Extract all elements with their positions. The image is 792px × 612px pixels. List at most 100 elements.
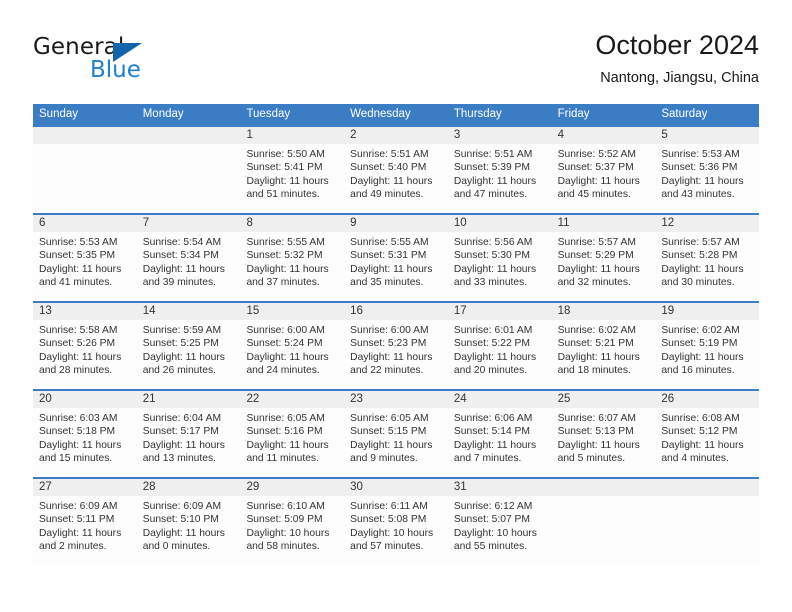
sunrise-text: Sunrise: 6:05 AM — [350, 413, 429, 424]
day-cell[interactable]: Sunrise: 5:57 AM Sunset: 5:28 PM Dayligh… — [655, 232, 759, 301]
sunset-text: Sunset: 5:10 PM — [142, 514, 219, 526]
day-cell[interactable]: Sunrise: 6:00 AM Sunset: 5:23 PM Dayligh… — [344, 320, 448, 389]
sunrise-text: Sunrise: 6:09 AM — [39, 501, 118, 512]
weekday-header-sunday: Sunday — [39, 108, 79, 120]
sunset-text: Sunset: 5:21 PM — [557, 338, 634, 350]
day-cell[interactable]: Sunrise: 5:57 AM Sunset: 5:29 PM Dayligh… — [552, 232, 656, 301]
sunrise-text: Sunrise: 5:53 AM — [661, 149, 740, 160]
daylight-text-line1: Daylight: 11 hours — [453, 175, 537, 187]
week-row: 1 2 3 4 5 Sunrise: 5:50 AM Sunset: 5:41 … — [33, 125, 759, 213]
daylight-text-line2: and 2 minutes. — [39, 541, 107, 553]
day-cell[interactable]: Sunrise: 6:01 AM Sunset: 5:22 PM Dayligh… — [448, 320, 552, 389]
day-cell[interactable]: Sunrise: 6:09 AM Sunset: 5:11 PM Dayligh… — [33, 496, 137, 565]
day-number: 22 — [246, 393, 260, 405]
daylight-text-line2: and 20 minutes. — [453, 365, 528, 377]
day-cell[interactable]: Sunrise: 6:02 AM Sunset: 5:19 PM Dayligh… — [655, 320, 759, 389]
daylight-text-line1: Daylight: 11 hours — [661, 175, 744, 187]
sunrise-text: Sunrise: 6:01 AM — [453, 325, 533, 336]
day-cell[interactable]: Sunrise: 6:11 AM Sunset: 5:08 PM Dayligh… — [344, 496, 448, 565]
daylight-text-line2: and 13 minutes. — [142, 453, 216, 465]
day-number: 14 — [142, 305, 156, 317]
daylight-text-line1: Daylight: 11 hours — [453, 263, 537, 275]
day-cell[interactable]: Sunrise: 5:53 AM Sunset: 5:35 PM Dayligh… — [33, 232, 137, 301]
day-cell[interactable]: Sunrise: 6:07 AM Sunset: 5:13 PM Dayligh… — [552, 408, 656, 477]
day-number: 16 — [350, 305, 363, 317]
day-cell[interactable]: Sunrise: 6:06 AM Sunset: 5:14 PM Dayligh… — [448, 408, 552, 477]
day-cell[interactable]: Sunrise: 5:59 AM Sunset: 5:25 PM Dayligh… — [137, 320, 241, 389]
day-cell[interactable] — [655, 496, 759, 565]
daylight-text-line2: and 39 minutes. — [142, 277, 216, 289]
sunset-text: Sunset: 5:30 PM — [453, 250, 531, 262]
daylight-text-line2: and 0 minutes. — [142, 541, 211, 553]
daylight-text-line1: Daylight: 11 hours — [350, 439, 433, 451]
sunset-text: Sunset: 5:24 PM — [246, 338, 323, 350]
week-row: 13 14 15 16 17 18 19 Sunrise: 5:58 AM Su… — [33, 301, 759, 389]
day-cell[interactable]: Sunrise: 6:04 AM Sunset: 5:17 PM Dayligh… — [137, 408, 241, 477]
page-subtitle: Nantong, Jiangsu, China — [600, 70, 759, 86]
sunrise-text: Sunrise: 6:08 AM — [661, 413, 740, 424]
day-cell[interactable]: Sunrise: 6:10 AM Sunset: 5:09 PM Dayligh… — [240, 496, 344, 565]
day-cell[interactable] — [552, 496, 656, 565]
day-number — [33, 127, 137, 144]
calendar-page: General Blue October 2024 Nantong, Jiang… — [0, 0, 792, 612]
weekday-header-thursday: Thursday — [453, 108, 502, 120]
sunrise-text: Sunrise: 5:55 AM — [246, 237, 325, 248]
daylight-text-line1: Daylight: 11 hours — [557, 439, 640, 451]
detail-band: Sunrise: 6:09 AM Sunset: 5:11 PM Dayligh… — [33, 496, 759, 565]
daylight-text-line2: and 9 minutes. — [350, 453, 418, 465]
daylight-text-line1: Daylight: 11 hours — [39, 439, 122, 451]
sunrise-text: Sunrise: 6:02 AM — [661, 325, 740, 336]
sunrise-text: Sunrise: 6:02 AM — [557, 325, 637, 336]
day-cell[interactable]: Sunrise: 6:02 AM Sunset: 5:21 PM Dayligh… — [552, 320, 656, 389]
day-cell[interactable]: Sunrise: 6:03 AM Sunset: 5:18 PM Dayligh… — [33, 408, 137, 477]
day-number: 10 — [453, 217, 467, 229]
daylight-text-line1: Daylight: 11 hours — [39, 263, 122, 275]
day-cell[interactable]: Sunrise: 6:09 AM Sunset: 5:10 PM Dayligh… — [137, 496, 241, 565]
daylight-text-line1: Daylight: 11 hours — [39, 351, 122, 363]
daynum-band: 6 7 8 9 10 11 12 — [33, 215, 759, 232]
day-cell[interactable]: Sunrise: 6:12 AM Sunset: 5:07 PM Dayligh… — [448, 496, 552, 565]
sunrise-text: Sunrise: 5:55 AM — [350, 237, 429, 248]
sunrise-text: Sunrise: 6:09 AM — [142, 501, 222, 512]
day-cell[interactable]: Sunrise: 5:53 AM Sunset: 5:36 PM Dayligh… — [655, 144, 759, 213]
daylight-text-line2: and 49 minutes. — [350, 189, 424, 201]
weekday-header-wednesday: Wednesday — [350, 108, 411, 120]
day-number: 2 — [350, 129, 357, 141]
sunset-text: Sunset: 5:36 PM — [661, 162, 738, 174]
sunrise-text: Sunrise: 6:10 AM — [246, 501, 325, 512]
sunset-text: Sunset: 5:22 PM — [453, 338, 531, 350]
day-cell[interactable]: Sunrise: 6:08 AM Sunset: 5:12 PM Dayligh… — [655, 408, 759, 477]
day-cell[interactable]: Sunrise: 6:05 AM Sunset: 5:16 PM Dayligh… — [240, 408, 344, 477]
sunrise-text: Sunrise: 5:57 AM — [661, 237, 740, 248]
daylight-text-line2: and 15 minutes. — [39, 453, 113, 465]
day-cell[interactable]: Sunrise: 5:56 AM Sunset: 5:30 PM Dayligh… — [448, 232, 552, 301]
daylight-text-line2: and 43 minutes. — [661, 189, 735, 201]
daylight-text-line1: Daylight: 10 hours — [453, 527, 537, 539]
day-cell[interactable]: Sunrise: 6:05 AM Sunset: 5:15 PM Dayligh… — [344, 408, 448, 477]
day-cell[interactable]: Sunrise: 5:52 AM Sunset: 5:37 PM Dayligh… — [552, 144, 656, 213]
daylight-text-line1: Daylight: 11 hours — [142, 263, 225, 275]
day-cell[interactable]: Sunrise: 6:00 AM Sunset: 5:24 PM Dayligh… — [240, 320, 344, 389]
sunset-text: Sunset: 5:18 PM — [39, 426, 116, 438]
day-cell[interactable]: Sunrise: 5:58 AM Sunset: 5:26 PM Dayligh… — [33, 320, 137, 389]
daylight-text-line1: Daylight: 11 hours — [39, 527, 122, 539]
sunrise-text: Sunrise: 6:04 AM — [142, 413, 222, 424]
day-number: 12 — [661, 217, 675, 229]
daylight-text-line1: Daylight: 11 hours — [661, 351, 744, 363]
day-cell[interactable] — [33, 144, 137, 213]
daylight-text-line1: Daylight: 11 hours — [453, 351, 537, 363]
daylight-text-line1: Daylight: 11 hours — [661, 263, 744, 275]
sunset-text: Sunset: 5:31 PM — [350, 250, 427, 262]
day-cell[interactable] — [137, 144, 241, 213]
brand-logo[interactable]: General Blue — [33, 34, 263, 90]
sunrise-text: Sunrise: 6:03 AM — [39, 413, 118, 424]
day-cell[interactable]: Sunrise: 5:55 AM Sunset: 5:32 PM Dayligh… — [240, 232, 344, 301]
day-cell[interactable]: Sunrise: 5:51 AM Sunset: 5:39 PM Dayligh… — [448, 144, 552, 213]
daynum-band: 13 14 15 16 17 18 19 — [33, 303, 759, 320]
day-cell[interactable]: Sunrise: 5:50 AM Sunset: 5:41 PM Dayligh… — [240, 144, 344, 213]
daylight-text-line1: Daylight: 11 hours — [350, 175, 433, 187]
day-cell[interactable]: Sunrise: 5:55 AM Sunset: 5:31 PM Dayligh… — [344, 232, 448, 301]
sunset-text: Sunset: 5:41 PM — [246, 162, 323, 174]
day-cell[interactable]: Sunrise: 5:51 AM Sunset: 5:40 PM Dayligh… — [344, 144, 448, 213]
day-cell[interactable]: Sunrise: 5:54 AM Sunset: 5:34 PM Dayligh… — [137, 232, 241, 301]
